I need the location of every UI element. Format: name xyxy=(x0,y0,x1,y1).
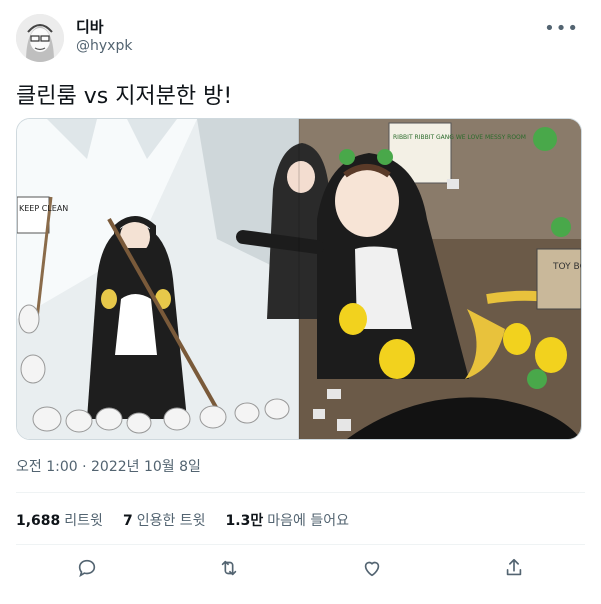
retweets-count: 1,688 xyxy=(16,513,61,529)
share-icon[interactable] xyxy=(500,554,528,582)
like-icon[interactable] xyxy=(358,554,386,582)
avatar-illustration xyxy=(16,14,64,62)
quotes-label: 인용한 트윗 xyxy=(136,513,206,529)
retweets-label: 리트윗 xyxy=(64,513,103,529)
author-handle[interactable]: @hyxpk xyxy=(76,38,132,54)
ribbit-sign-text: RIBBIT RIBBIT GANG WE LOVE MESSY ROOM xyxy=(393,134,526,141)
keep-clean-text: KEEP CLEAN xyxy=(19,204,68,213)
quotes-stat[interactable]: 7 인용한 트윗 xyxy=(123,510,206,530)
tweet-timestamp[interactable]: 오전 1:00 · 2022년 10월 8일 xyxy=(16,456,201,476)
avatar[interactable] xyxy=(16,14,64,62)
quotes-count: 7 xyxy=(122,513,133,529)
reply-icon[interactable] xyxy=(73,554,101,582)
tweet-image[interactable]: KEEP CLEAN RIBBIT RIBBIT GANG WE LOVE ME… xyxy=(16,118,582,440)
toy-box: TOY BO xyxy=(536,248,581,310)
tweet-actions xyxy=(16,554,585,582)
retweets-stat[interactable]: 1,688 리트윗 xyxy=(16,510,103,530)
likes-stat[interactable]: 1.3만 마음에 들어요 xyxy=(226,510,349,530)
tweet-text: 클린룸 vs 지저분한 방! xyxy=(16,84,233,109)
retweet-icon[interactable] xyxy=(215,554,243,582)
divider xyxy=(16,492,585,493)
illustration: KEEP CLEAN RIBBIT RIBBIT GANG WE LOVE ME… xyxy=(17,119,581,439)
author-display-name[interactable]: 디바 xyxy=(76,16,104,37)
tweet-stats: 1,688 리트윗 7 인용한 트윗 1.3만 마음에 들어요 xyxy=(16,510,349,530)
likes-count: 1.3만 xyxy=(225,513,264,529)
toy-box-text: TOY BO xyxy=(552,262,581,272)
more-icon[interactable]: ••• xyxy=(544,18,579,39)
divider xyxy=(16,544,585,545)
likes-label: 마음에 들어요 xyxy=(267,513,349,529)
